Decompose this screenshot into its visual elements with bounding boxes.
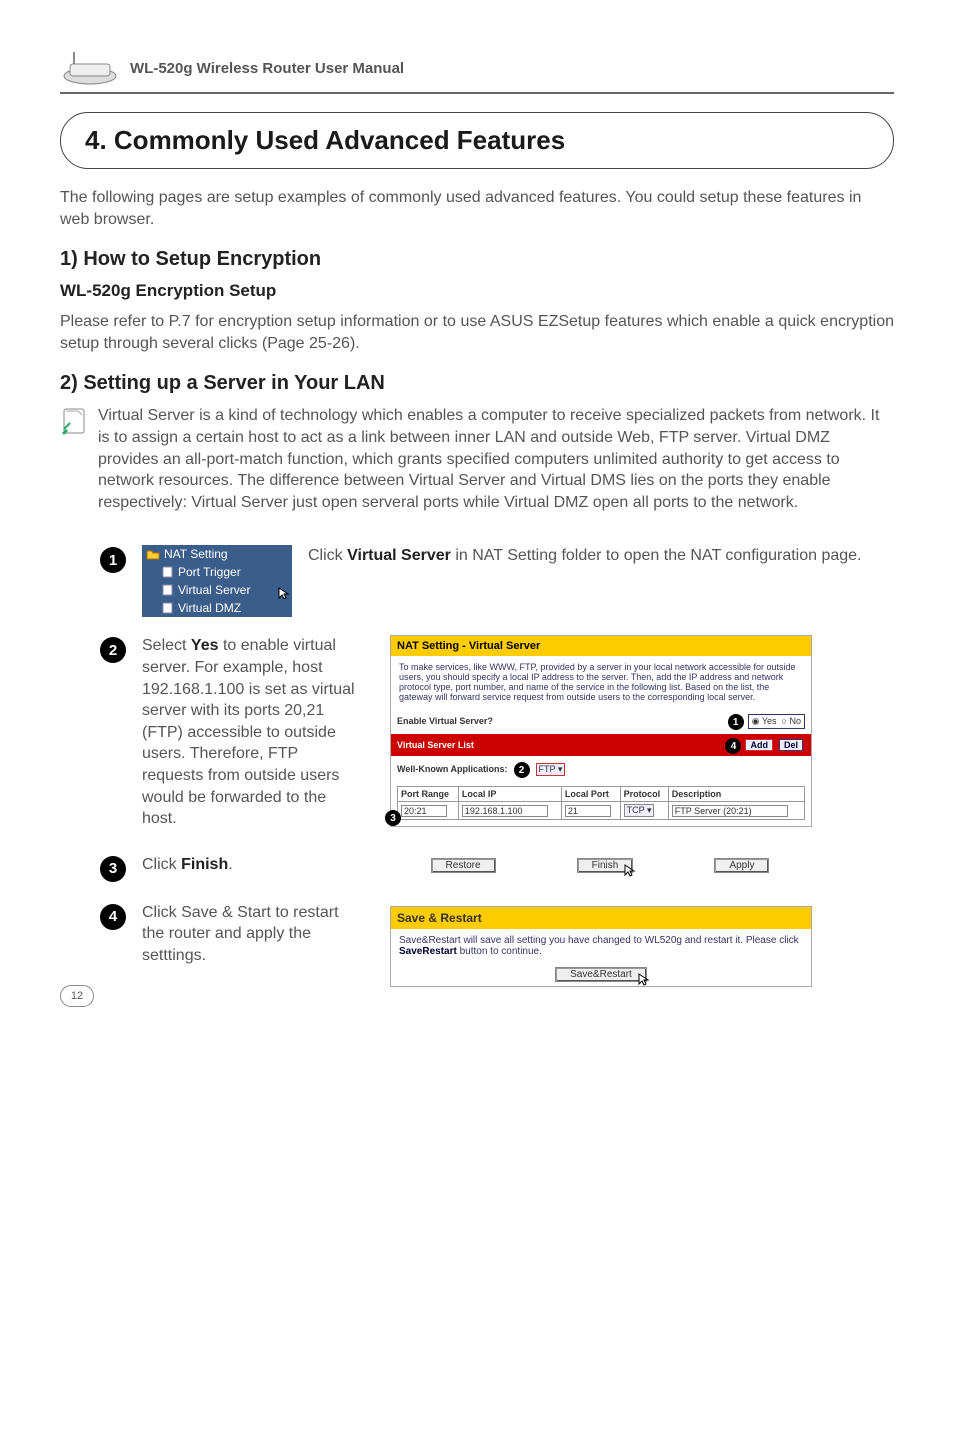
finish-button-label: Finish: [592, 860, 619, 871]
step-badge-2: 2: [100, 637, 126, 663]
section-2-para: Virtual Server is a kind of technology w…: [98, 405, 894, 513]
chapter-intro: The following pages are setup examples o…: [60, 187, 894, 230]
note-icon: [60, 407, 88, 435]
cursor-icon: [638, 973, 650, 987]
section-2-heading: 2) Setting up a Server in Your LAN: [60, 372, 894, 395]
enable-vs-label: Enable Virtual Server?: [397, 716, 493, 726]
local-ip-input[interactable]: 192.168.1.100: [462, 805, 548, 817]
table-row: 20:21 192.168.1.100 21 TCP ▾ FTP Server …: [398, 802, 805, 820]
section-1-para: Please refer to P.7 for encryption setup…: [60, 311, 894, 354]
router-icon: [60, 50, 120, 86]
port-range-input[interactable]: 20:21: [401, 805, 447, 817]
col-local-ip: Local IP: [458, 787, 561, 802]
step-badge-3: 3: [100, 856, 126, 882]
vs-panel-title: NAT Setting - Virtual Server: [391, 636, 811, 656]
tree-item-label: Port Trigger: [178, 565, 241, 579]
step-badge-1: 1: [100, 547, 126, 573]
tree-item-label: Virtual DMZ: [178, 601, 241, 615]
step-4-text: Click Save & Start to restart the router…: [142, 902, 362, 987]
step-3-bold: Finish: [181, 856, 228, 873]
vs-list-title: Virtual Server List: [397, 740, 474, 750]
step-3-post: .: [228, 856, 232, 873]
tree-item-port-trigger[interactable]: Port Trigger: [142, 563, 292, 581]
wk-apps-select[interactable]: FTP ▾: [536, 763, 566, 776]
cursor-icon: [624, 864, 636, 878]
add-button[interactable]: Add: [745, 739, 773, 751]
section-1-subheading: WL-520g Encryption Setup: [60, 281, 894, 301]
step-1-pre: Click: [308, 547, 347, 564]
callout-2: 2: [514, 762, 530, 778]
step-2-text: Select Yes to enable virtual server. For…: [142, 635, 362, 829]
save-restart-button-label: Save&Restart: [570, 969, 632, 980]
step-1-bold: Virtual Server: [347, 547, 451, 564]
tree-item-virtual-server[interactable]: Virtual Server: [142, 581, 292, 599]
save-msg-pre: Save&Restart will save all setting you h…: [399, 935, 799, 946]
protocol-select[interactable]: TCP ▾: [624, 804, 655, 817]
tree-item-label: Virtual Server: [178, 583, 250, 597]
chapter-title: 4. Commonly Used Advanced Features: [85, 125, 565, 155]
tree-folder-nat[interactable]: NAT Setting: [142, 545, 292, 563]
vs-table: Port Range Local IP Local Port Protocol …: [397, 786, 805, 820]
wk-apps-label: Well-Known Applications:: [397, 764, 508, 774]
radio-no-label: No: [789, 716, 801, 726]
local-port-input[interactable]: 21: [565, 805, 611, 817]
step-2-pre: Select: [142, 637, 191, 654]
save-msg-bold: SaveRestart: [399, 946, 457, 957]
col-description: Description: [668, 787, 804, 802]
finish-button[interactable]: Finish: [577, 858, 634, 873]
save-msg-post: button to continue.: [457, 946, 542, 957]
step-1-text: Click Virtual Server in NAT Setting fold…: [308, 545, 862, 567]
callout-3: 3: [385, 810, 401, 826]
callout-1: 1: [728, 714, 744, 730]
virtual-server-panel: NAT Setting - Virtual Server To make ser…: [390, 635, 812, 827]
save-restart-msg: Save&Restart will save all setting you h…: [391, 929, 811, 963]
chapter-heading-box: 4. Commonly Used Advanced Features: [60, 112, 894, 169]
description-input[interactable]: FTP Server (20:21): [672, 805, 788, 817]
tree-item-virtual-dmz[interactable]: Virtual DMZ: [142, 599, 292, 617]
col-port-range: Port Range: [398, 787, 459, 802]
section-1-heading: 1) How to Setup Encryption: [60, 248, 894, 271]
page-header: WL-520g Wireless Router User Manual: [60, 50, 894, 94]
col-protocol: Protocol: [620, 787, 668, 802]
save-restart-title: Save & Restart: [391, 907, 811, 929]
enable-vs-radio[interactable]: ◉ Yes ○ No: [748, 714, 805, 729]
page-icon: [162, 566, 174, 578]
folder-icon: [146, 548, 160, 560]
page-icon: [162, 602, 174, 614]
step-2-post: to enable virtual server. For example, h…: [142, 637, 355, 827]
step-3-text: Click Finish.: [142, 854, 362, 882]
radio-yes-label: Yes: [762, 716, 777, 726]
col-local-port: Local Port: [561, 787, 620, 802]
apply-button[interactable]: Apply: [714, 858, 769, 873]
step-2-bold: Yes: [191, 637, 219, 654]
step-3-pre: Click: [142, 856, 181, 873]
manual-title: WL-520g Wireless Router User Manual: [130, 60, 404, 77]
save-restart-button[interactable]: Save&Restart: [555, 967, 647, 982]
step-1-post: in NAT Setting folder to open the NAT co…: [451, 547, 862, 564]
action-button-row: Restore Finish Apply: [390, 858, 810, 873]
del-button[interactable]: Del: [779, 739, 803, 751]
vs-panel-desc: To make services, like WWW, FTP, provide…: [391, 656, 811, 708]
page-icon: [162, 584, 174, 596]
save-restart-panel: Save & Restart Save&Restart will save al…: [390, 906, 812, 987]
restore-button[interactable]: Restore: [431, 858, 496, 873]
tree-folder-label: NAT Setting: [164, 547, 228, 561]
wk-apps-value: FTP: [539, 764, 556, 774]
step-badge-4: 4: [100, 904, 126, 930]
callout-4: 4: [725, 738, 741, 754]
nav-tree: NAT Setting Port Trigger Virtual Server …: [142, 545, 292, 617]
protocol-value: TCP: [627, 805, 645, 815]
page-number: 12: [60, 985, 94, 1007]
